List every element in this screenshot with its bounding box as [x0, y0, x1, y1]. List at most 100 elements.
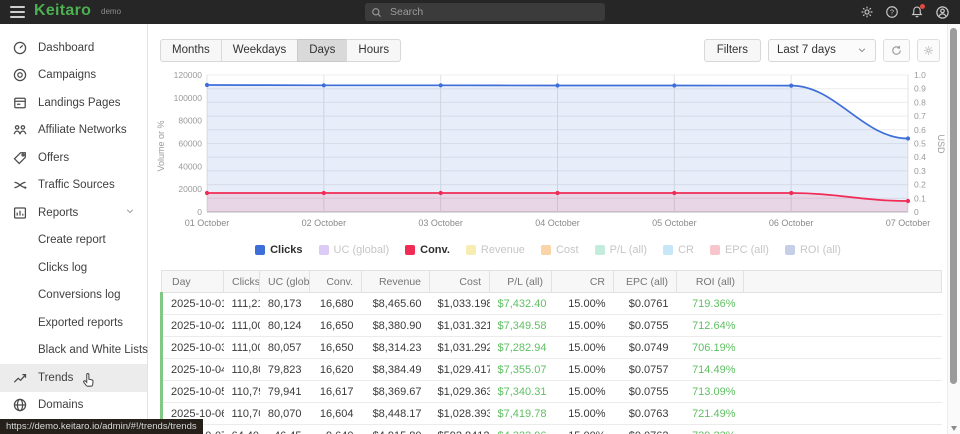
sidebar-item-label: Affiliate Networks: [38, 124, 127, 136]
scrollbar-down-arrow[interactable]: [951, 426, 957, 431]
cell: 16,650: [310, 337, 362, 359]
cell: $8,465.60: [362, 293, 430, 315]
cell: $0.0755: [614, 381, 677, 403]
column-header-filler: [744, 271, 942, 293]
legend-item-clicks[interactable]: Clicks: [255, 244, 302, 256]
sidebar-item-domains[interactable]: Domains: [0, 392, 147, 420]
legend-item-roi-all-[interactable]: ROI (all): [785, 244, 841, 256]
cell: 706.19%: [677, 337, 744, 359]
sidebar-item-black-and-white-lists[interactable]: Black and White Lists: [0, 337, 147, 365]
chart-settings-button[interactable]: [917, 39, 940, 62]
tab-weekdays[interactable]: Weekdays: [221, 39, 298, 62]
trends-chart: 01 October02 October03 October04 October…: [148, 70, 948, 240]
sidebar-item-campaigns[interactable]: Campaigns: [0, 62, 147, 90]
column-header-revenue[interactable]: Revenue: [362, 271, 430, 293]
column-header-p-l-all-[interactable]: P/L (all): [490, 271, 552, 293]
cell: 15.00%: [552, 293, 614, 315]
gear-icon: [923, 45, 934, 56]
filters-button[interactable]: Filters: [704, 39, 761, 62]
sidebar-item-offers[interactable]: Offers: [0, 144, 147, 172]
column-header-uc-global-[interactable]: UC (global): [260, 271, 310, 293]
cell: $8,314.23: [362, 337, 430, 359]
chart-legend: Clicks UC (global) Conv. Revenue Cost P/L (al…: [148, 244, 948, 256]
vertical-scrollbar[interactable]: [947, 24, 960, 434]
settings-icon[interactable]: [859, 4, 875, 20]
tab-hours[interactable]: Hours: [346, 39, 401, 62]
sidebar-item-traffic-sources[interactable]: Traffic Sources: [0, 172, 147, 200]
cell: 111,00: [224, 315, 260, 337]
legend-item-conv-[interactable]: Conv.: [405, 244, 450, 256]
cell: 15.00%: [552, 359, 614, 381]
sidebar-item-create-report[interactable]: Create report: [0, 227, 147, 255]
cell: 9,640: [310, 425, 362, 434]
cell: $8,380.90: [362, 315, 430, 337]
cell: $7,340.31: [490, 381, 552, 403]
sidebar-item-label: Conversions log: [38, 289, 120, 301]
column-header-cost[interactable]: Cost: [430, 271, 490, 293]
legend-item-revenue[interactable]: Revenue: [466, 244, 525, 256]
help-icon[interactable]: ?: [884, 4, 900, 20]
scrollbar-thumb[interactable]: [950, 28, 957, 384]
sidebar-item-landings-pages[interactable]: Landings Pages: [0, 89, 147, 117]
legend-item-uc-global-[interactable]: UC (global): [319, 244, 390, 256]
cell: 2025-10-01: [162, 293, 224, 315]
legend-item-cr[interactable]: CR: [663, 244, 694, 256]
cell: 2025-10-02: [162, 315, 224, 337]
column-header-roi-all-[interactable]: ROI (all): [677, 271, 744, 293]
search-input[interactable]: [388, 5, 599, 19]
tab-months[interactable]: Months: [160, 39, 222, 62]
brand-logo[interactable]: Keitaro: [34, 2, 91, 20]
cell: $8,369.67: [362, 381, 430, 403]
legend-label: UC (global): [334, 244, 390, 256]
svg-text:06 October: 06 October: [769, 218, 814, 228]
table-row: 2025-10-03111,0080,05716,650$8,314.23$1,…: [162, 337, 942, 359]
column-header-conv-[interactable]: Conv.: [310, 271, 362, 293]
sidebar-item-trends[interactable]: Trends: [0, 364, 147, 392]
column-header-day[interactable]: Day: [162, 271, 224, 293]
legend-swatch: [541, 245, 551, 255]
svg-text:0.9: 0.9: [914, 84, 926, 94]
sidebar-item-exported-reports[interactable]: Exported reports: [0, 309, 147, 337]
svg-text:Volume or %: Volume or %: [156, 120, 166, 171]
legend-swatch: [663, 245, 673, 255]
column-header-epc-all-[interactable]: EPC (all): [614, 271, 677, 293]
main-content: MonthsWeekdaysDaysHours Filters Last 7 d…: [148, 24, 948, 434]
legend-swatch: [710, 245, 720, 255]
sidebar: Dashboard CampaignsLandings Pages Affiliat…: [0, 24, 148, 434]
table-row: 2025-10-02111,0080,12416,650$8,380.90$1,…: [162, 315, 942, 337]
global-search[interactable]: [365, 3, 605, 21]
refresh-button[interactable]: [883, 39, 910, 62]
notifications-icon[interactable]: [909, 4, 925, 20]
legend-item-epc-all-[interactable]: EPC (all): [710, 244, 769, 256]
cell: 15.00%: [552, 337, 614, 359]
sidebar-item-clicks-log[interactable]: Clicks log: [0, 254, 147, 282]
sidebar-item-dashboard[interactable]: Dashboard: [0, 34, 147, 62]
tab-days[interactable]: Days: [297, 39, 347, 62]
legend-label: Conv.: [420, 244, 450, 256]
menu-icon[interactable]: [10, 6, 25, 18]
chevron-down-icon: [857, 45, 867, 55]
legend-item-p-l-all-[interactable]: P/L (all): [595, 244, 648, 256]
cell-filler: [744, 293, 942, 315]
cell: 729.23%: [677, 425, 744, 434]
sidebar-item-reports[interactable]: Reports: [0, 199, 147, 227]
svg-text:05 October: 05 October: [652, 218, 697, 228]
cell: 46,45: [260, 425, 310, 434]
svg-text:02 October: 02 October: [302, 218, 347, 228]
sidebar-item-affiliate-networks[interactable]: Affiliate Networks: [0, 117, 147, 145]
sidebar-item-conversions-log[interactable]: Conversions log: [0, 282, 147, 310]
cell: $7,419.78: [490, 403, 552, 425]
svg-text:0.7: 0.7: [914, 111, 926, 121]
account-icon[interactable]: [934, 4, 950, 20]
date-range-select[interactable]: Last 7 days: [768, 39, 876, 62]
column-header-clicks[interactable]: Clicks: [224, 271, 260, 293]
trends-table-wrap: DayClicksUC (global)Conv.RevenueCostP/L …: [160, 270, 940, 434]
cell: 16,617: [310, 381, 362, 403]
search-icon: [371, 7, 382, 18]
column-header-cr[interactable]: CR: [552, 271, 614, 293]
sidebar-item-label: Dashboard: [38, 42, 94, 54]
cell: $7,355.07: [490, 359, 552, 381]
legend-item-cost[interactable]: Cost: [541, 244, 579, 256]
cell: $0.0762: [614, 425, 677, 434]
svg-text:0: 0: [914, 207, 919, 217]
